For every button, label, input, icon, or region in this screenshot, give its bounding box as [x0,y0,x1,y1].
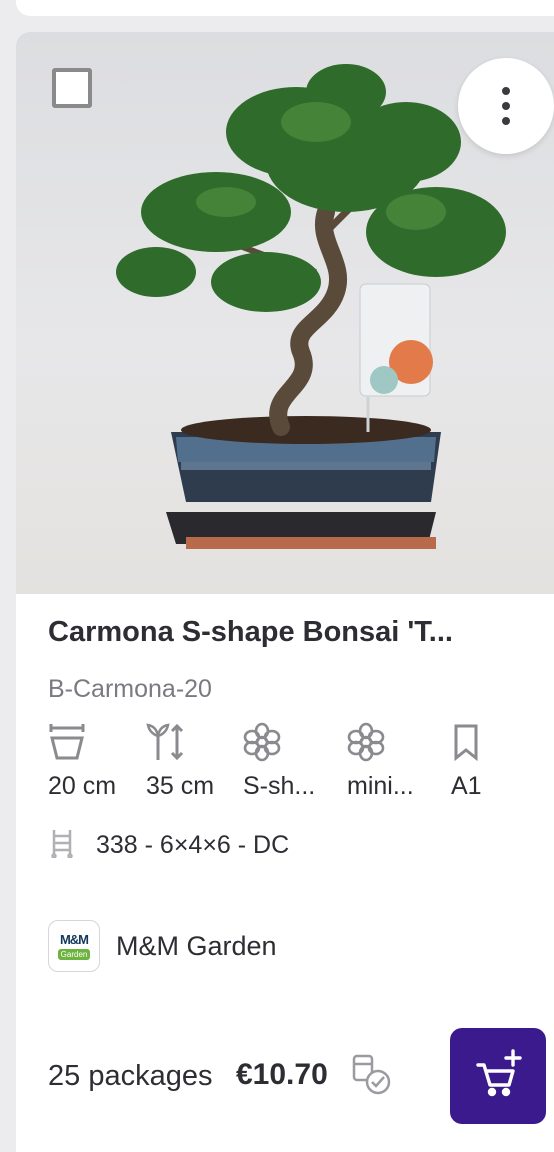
package-count: 25 packages [48,1060,213,1092]
attribute-value: mini... [347,772,414,800]
select-checkbox[interactable] [52,68,92,108]
supplier-logo-text: M&M [59,931,89,947]
product-sku: B-Carmona-20 [48,675,212,703]
more-dot [502,102,510,110]
product-photo[interactable] [16,32,554,594]
attribute-pot-size: 20 cm [48,722,116,802]
attribute-quality: A1 [451,722,482,802]
more-dot [502,117,510,125]
more-options-button[interactable] [458,58,554,154]
attribute-value: 35 cm [146,772,215,800]
bookmark-icon [451,722,481,762]
product-card[interactable]: Carmona S-shape Bonsai 'T... B-Carmona-2… [16,32,554,1152]
supplier-row[interactable]: M&M Garden M&M Garden [48,920,277,972]
attribute-value: A1 [451,772,482,800]
add-to-cart-button[interactable] [450,1028,546,1124]
add-to-cart-icon [473,1048,523,1104]
attribute-shape: S-sh... [243,722,315,802]
trolley-info: 338 - 6×4×6 - DC [48,828,289,863]
attribute-value: S-sh... [243,772,316,800]
supplier-logo-sub: Garden [57,948,91,960]
attribute-plant-height: 35 cm [146,722,214,802]
previous-card [16,0,554,16]
attribute-value: 20 cm [48,772,117,800]
supplier-name[interactable]: M&M Garden [116,931,277,962]
pot-size-icon [48,722,86,762]
trolley-text: 338 - 6×4×6 - DC [96,831,290,859]
flower-icon [347,722,385,762]
product-title[interactable]: Carmona S-shape Bonsai 'T... [48,616,488,649]
trolley-icon [48,828,76,863]
plant-height-icon [146,722,184,762]
price: €10.70 [236,1058,328,1091]
delivery-check-icon [350,1052,394,1101]
attribute-size: mini... [347,722,414,802]
order-row: 25 packages €10.70 [48,1022,554,1124]
more-dot [502,87,510,95]
supplier-logo: M&M Garden [48,920,100,972]
flower-icon [243,722,281,762]
